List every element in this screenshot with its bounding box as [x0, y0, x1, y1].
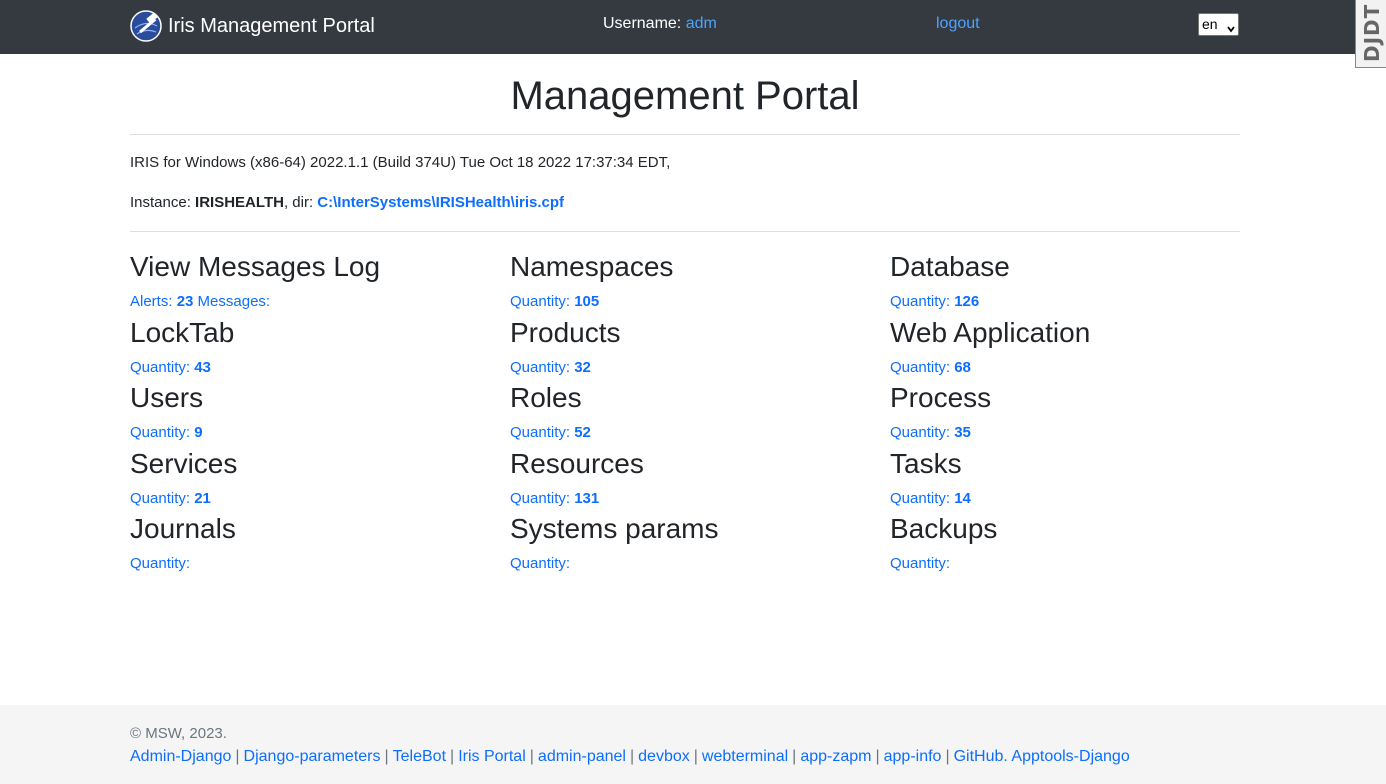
brand-link[interactable]: Iris Management Portal	[130, 9, 375, 43]
roles-title[interactable]: Roles	[510, 382, 582, 413]
dashboard-column-1: View Messages Log Alerts: 23 Messages: L…	[130, 248, 490, 576]
username-label: Username:	[603, 15, 682, 32]
resources-title[interactable]: Resources	[510, 448, 644, 479]
language-select[interactable]: en	[1198, 13, 1239, 36]
section-namespaces: Namespaces Quantity: 105	[510, 248, 870, 314]
separator: |	[693, 748, 698, 765]
web-application-quantity[interactable]: Quantity: 68	[890, 359, 971, 376]
instance-label: Instance:	[130, 194, 191, 211]
process-title[interactable]: Process	[890, 382, 991, 413]
separator: |	[384, 748, 389, 765]
dir-path-link[interactable]: C:\InterSystems\IRISHealth\iris.cpf	[317, 194, 564, 211]
footer-link-webterminal[interactable]: webterminal	[702, 748, 788, 765]
section-products: Products Quantity: 32	[510, 314, 870, 380]
footer-link-app-zapm[interactable]: app-zapm	[800, 748, 871, 765]
section-database: Database Quantity: 126	[890, 248, 1250, 314]
divider	[130, 134, 1240, 135]
section-process: Process Quantity: 35	[890, 379, 1250, 445]
footer-link-telebot[interactable]: TeleBot	[393, 748, 446, 765]
journals-quantity[interactable]: Quantity:	[130, 555, 190, 572]
separator: |	[450, 748, 455, 765]
username-link[interactable]: adm	[686, 15, 717, 32]
instance-info: Instance: IRISHEALTH, dir: C:\InterSyste…	[130, 194, 564, 211]
footer-link-admin-django[interactable]: Admin-Django	[130, 748, 231, 765]
separator: |	[235, 748, 240, 765]
users-quantity[interactable]: Quantity: 9	[130, 424, 203, 441]
top-navbar: Iris Management Portal Username: adm log…	[0, 0, 1386, 54]
section-services: Services Quantity: 21	[130, 445, 490, 511]
systems-params-title[interactable]: Systems params	[510, 513, 719, 544]
backups-quantity[interactable]: Quantity:	[890, 555, 950, 572]
footer-link-github-apptools-django[interactable]: GitHub. Apptools-Django	[954, 748, 1130, 765]
dashboard-column-3: Database Quantity: 126 Web Application Q…	[890, 248, 1250, 576]
resources-quantity[interactable]: Quantity: 131	[510, 490, 599, 507]
section-backups: Backups Quantity:	[890, 510, 1250, 576]
products-quantity[interactable]: Quantity: 32	[510, 359, 591, 376]
footer-link-django-parameters[interactable]: Django-parameters	[244, 748, 381, 765]
locktab-title[interactable]: LockTab	[130, 317, 234, 348]
brand-title: Iris Management Portal	[168, 14, 375, 37]
section-journals: Journals Quantity:	[130, 510, 490, 576]
logout-link[interactable]: logout	[936, 15, 980, 33]
backups-title[interactable]: Backups	[890, 513, 997, 544]
section-locktab: LockTab Quantity: 43	[130, 314, 490, 380]
username-display: Username: adm	[603, 15, 717, 33]
journals-title[interactable]: Journals	[130, 513, 236, 544]
footer-link-devbox[interactable]: devbox	[638, 748, 690, 765]
section-systems-params: Systems params Quantity:	[510, 510, 870, 576]
separator: |	[875, 748, 880, 765]
services-quantity[interactable]: Quantity: 21	[130, 490, 211, 507]
dir-label: , dir:	[283, 194, 314, 211]
section-web-application: Web Application Quantity: 68	[890, 314, 1250, 380]
system-info: IRIS for Windows (x86-64) 2022.1.1 (Buil…	[130, 154, 671, 171]
separator: |	[529, 748, 534, 765]
section-roles: Roles Quantity: 52	[510, 379, 870, 445]
page-footer: © MSW, 2023. Admin-Django | Django-paramet…	[0, 705, 1386, 784]
chevron-down-icon	[1227, 20, 1235, 33]
locktab-quantity[interactable]: Quantity: 43	[130, 359, 211, 376]
divider	[130, 231, 1240, 232]
debug-toolbar-label: DJDT	[1360, 3, 1384, 62]
footer-links: Admin-Django | Django-parameters | TeleBot | I…	[130, 748, 1130, 766]
section-users: Users Quantity: 9	[130, 379, 490, 445]
section-tasks: Tasks Quantity: 14	[890, 445, 1250, 511]
copyright: © MSW, 2023.	[130, 725, 227, 742]
hammer-globe-icon	[130, 10, 162, 42]
roles-quantity[interactable]: Quantity: 52	[510, 424, 591, 441]
separator: |	[945, 748, 950, 765]
separator: |	[629, 748, 635, 765]
web-application-title[interactable]: Web Application	[890, 317, 1090, 348]
products-title[interactable]: Products	[510, 317, 621, 348]
dashboard-column-2: Namespaces Quantity: 105 Products Quanti…	[510, 248, 870, 576]
namespaces-title[interactable]: Namespaces	[510, 251, 673, 282]
footer-link-admin-panel[interactable]: admin-panel	[538, 748, 626, 765]
users-title[interactable]: Users	[130, 382, 203, 413]
page-title: Management Portal	[510, 74, 860, 118]
language-value: en	[1202, 16, 1218, 32]
tasks-title[interactable]: Tasks	[890, 448, 962, 479]
database-quantity[interactable]: Quantity: 126	[890, 293, 979, 310]
database-title[interactable]: Database	[890, 251, 1010, 282]
separator: |	[792, 748, 797, 765]
namespaces-quantity[interactable]: Quantity: 105	[510, 293, 599, 310]
alerts-link[interactable]: Alerts: 23 Messages:	[130, 293, 270, 310]
footer-link-app-info[interactable]: app-info	[884, 748, 942, 765]
systems-params-quantity[interactable]: Quantity:	[510, 555, 570, 572]
services-title[interactable]: Services	[130, 448, 237, 479]
instance-name: IRISHEALTH	[195, 194, 284, 211]
messages-log-title[interactable]: View Messages Log	[130, 251, 380, 282]
tasks-quantity[interactable]: Quantity: 14	[890, 490, 971, 507]
footer-link-iris-portal[interactable]: Iris Portal	[458, 748, 526, 765]
debug-toolbar-handle[interactable]: DJDT	[1355, 0, 1386, 68]
process-quantity[interactable]: Quantity: 35	[890, 424, 971, 441]
section-resources: Resources Quantity: 131	[510, 445, 870, 511]
section-messages-log: View Messages Log Alerts: 23 Messages:	[130, 248, 490, 314]
